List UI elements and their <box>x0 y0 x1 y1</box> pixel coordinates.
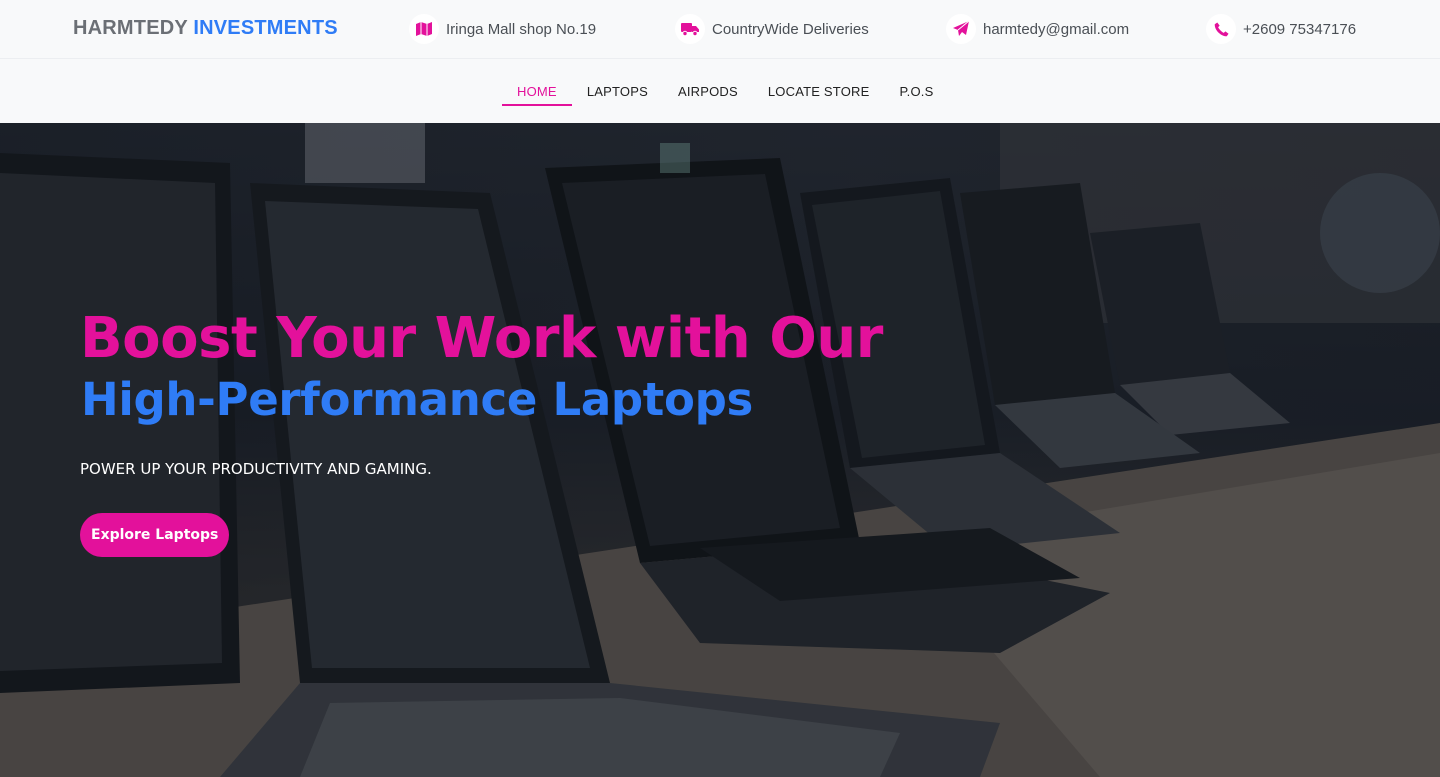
brand-name-part1: HARMTEDY <box>73 17 188 39</box>
main-navbar: HOME LAPTOPS AIRPODS LOCATE STORE P.O.S <box>0 60 1440 123</box>
brand-logo[interactable]: HARMTEDY INVESTMENTS <box>73 17 338 40</box>
nav-item-airpods[interactable]: AIRPODS <box>663 60 753 123</box>
nav-item-home[interactable]: HOME <box>502 60 572 123</box>
top-info-bar: HARMTEDY INVESTMENTS Iringa Mall shop No… <box>0 0 1440 59</box>
brand-name-part2: INVESTMENTS <box>193 17 338 39</box>
email-text[interactable]: harmtedy@gmail.com <box>983 21 1129 38</box>
explore-laptops-button[interactable]: Explore Laptops <box>80 513 230 557</box>
store-location-info: Iringa Mall shop No.19 <box>409 14 596 44</box>
phone-icon <box>1206 14 1236 44</box>
nav-item-laptops[interactable]: LAPTOPS <box>572 60 663 123</box>
hero-title-line1: Boost Your Work with Our <box>80 306 883 371</box>
email-info[interactable]: harmtedy@gmail.com <box>946 14 1129 44</box>
hero-dark-overlay <box>0 123 1440 777</box>
nav-menu: HOME LAPTOPS AIRPODS LOCATE STORE P.O.S <box>502 60 949 123</box>
store-location-text: Iringa Mall shop No.19 <box>446 20 597 38</box>
delivery-text: CountryWide Deliveries <box>712 20 869 38</box>
truck-icon <box>675 14 705 44</box>
hero-title-line2: High-Performance Laptops <box>81 373 754 426</box>
phone-text[interactable]: +2609 75347176 <box>1243 21 1356 38</box>
delivery-info: CountryWide Deliveries <box>675 14 869 44</box>
nav-item-locate-store[interactable]: LOCATE STORE <box>753 60 885 123</box>
phone-info[interactable]: +2609 75347176 <box>1206 14 1356 44</box>
paper-plane-icon <box>946 14 976 44</box>
hero-banner: Boost Your Work with Our High-Performanc… <box>0 123 1440 777</box>
nav-item-pos[interactable]: P.O.S <box>884 60 948 123</box>
map-icon <box>409 14 439 44</box>
hero-subtitle: POWER UP YOUR PRODUCTIVITY AND GAMING. <box>80 460 432 478</box>
